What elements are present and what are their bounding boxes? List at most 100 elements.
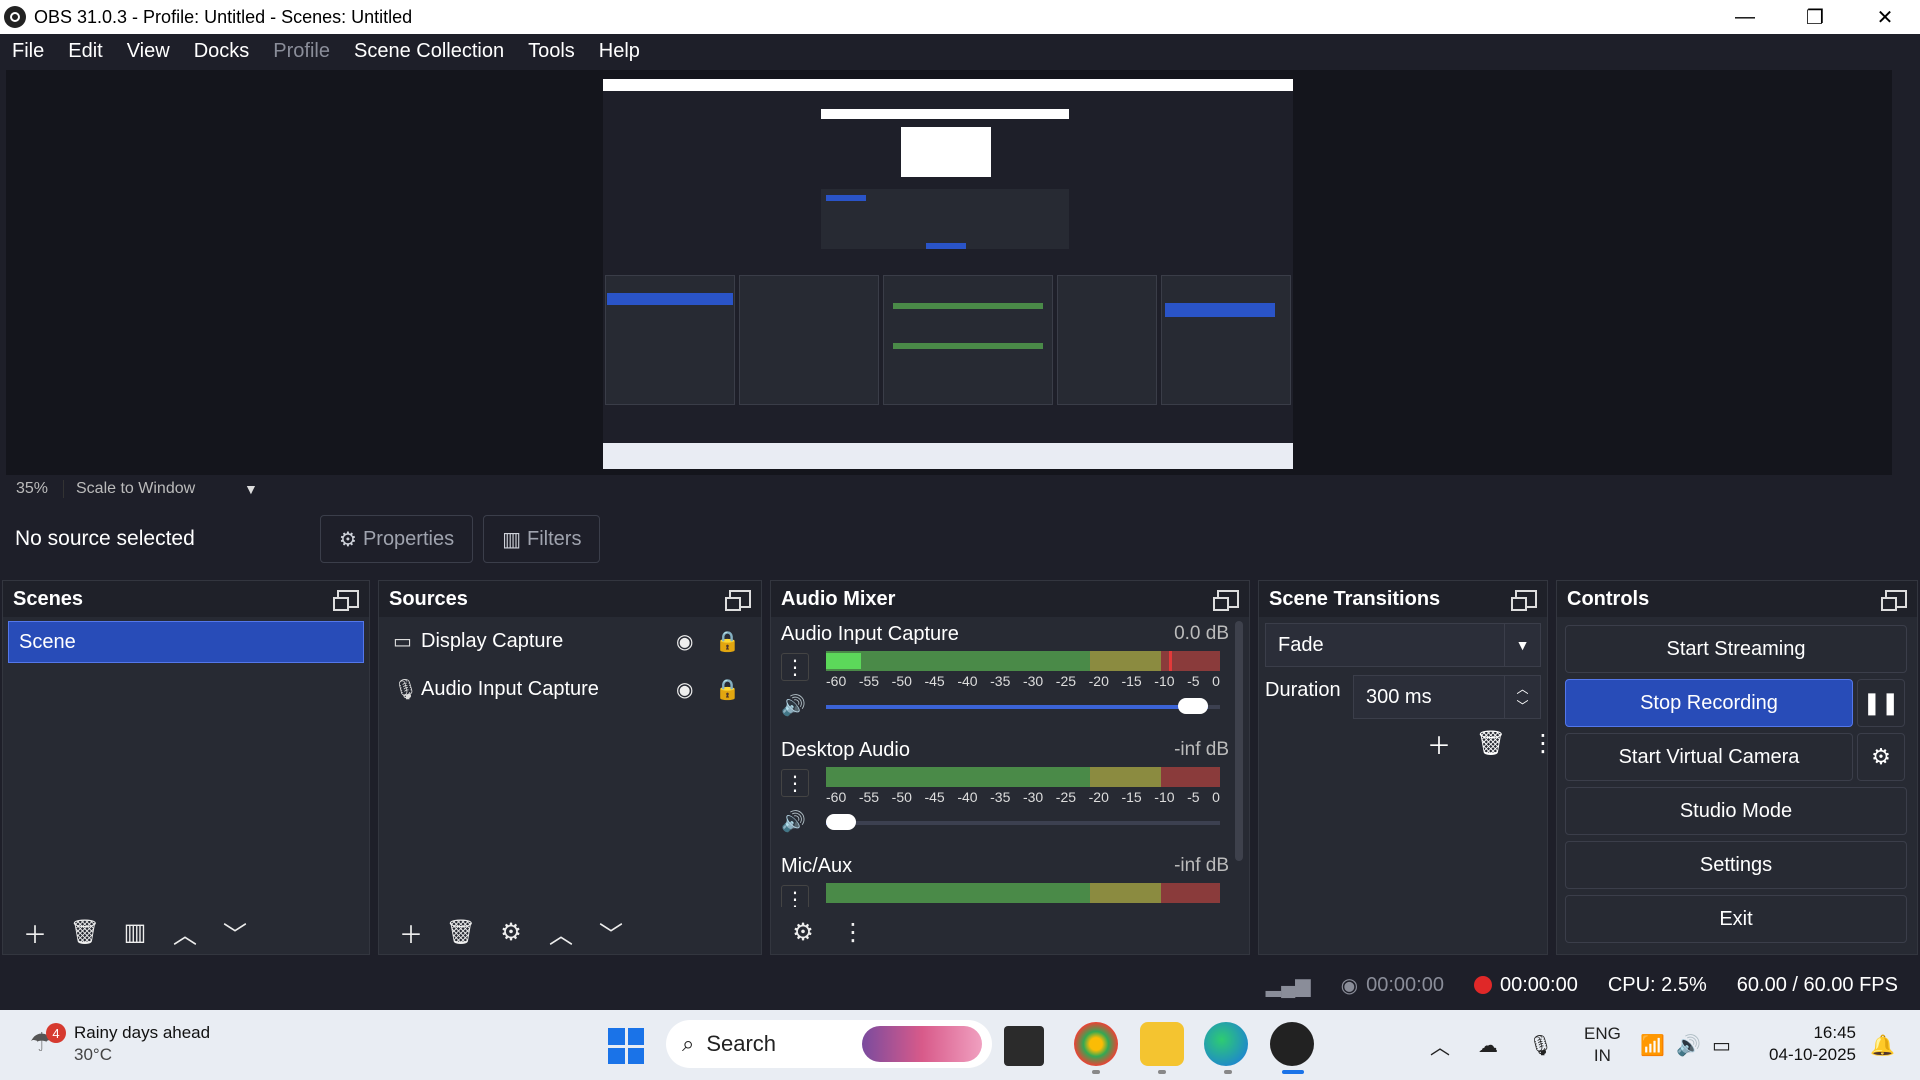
gear-icon[interactable]: ⚙ xyxy=(1857,733,1905,781)
source-item[interactable]: ▭ Display Capture ◉ 🔒 xyxy=(379,617,761,665)
start-virtual-camera-button[interactable]: Start Virtual Camera xyxy=(1565,733,1853,781)
more-options-icon[interactable]: ⋮ xyxy=(831,914,875,950)
slider-knob[interactable] xyxy=(1178,698,1209,714)
chevron-down-icon[interactable]: ▼ xyxy=(244,481,258,497)
lock-icon[interactable]: 🔒 xyxy=(715,677,740,702)
sources-dock: Sources ▭ Display Capture ◉ 🔒 🎙 Audio In… xyxy=(378,580,762,955)
menu-tools[interactable]: Tools xyxy=(516,40,587,63)
channel-menu-icon[interactable]: ⋮ xyxy=(781,769,809,797)
tick-label: -35 xyxy=(990,789,1011,805)
task-view-icon[interactable] xyxy=(1004,1026,1044,1066)
spin-arrows-icon[interactable]: ︿ ﹀ xyxy=(1504,676,1540,718)
chevron-down-icon: ▼ xyxy=(1504,624,1540,666)
menu-profile[interactable]: Profile xyxy=(261,40,342,63)
menu-scene-collection[interactable]: Scene Collection xyxy=(342,40,516,63)
move-down-icon[interactable]: ﹀ xyxy=(589,914,633,950)
filter-icon: ▥ xyxy=(502,528,521,551)
status-bar: ▂▄▆ ◉ 00:00:00 00:00:00 CPU: 2.5% 60.00 … xyxy=(0,963,1920,1007)
studio-mode-button[interactable]: Studio Mode xyxy=(1565,787,1907,835)
speaker-icon[interactable]: 🔊 xyxy=(781,693,806,718)
tick-label: -55 xyxy=(858,673,880,689)
filters-button[interactable]: ▥ Filters xyxy=(483,515,601,563)
volume-slider[interactable] xyxy=(826,814,1220,830)
edge-indicator xyxy=(1224,1070,1232,1074)
scene-list-item[interactable]: Scene xyxy=(8,621,364,663)
move-up-icon[interactable]: ︿ xyxy=(539,914,583,950)
tick-label: -60 xyxy=(826,905,846,907)
menu-edit[interactable]: Edit xyxy=(56,40,114,63)
language-indicator[interactable]: ENG IN xyxy=(1584,1010,1621,1080)
filters-label: Filters xyxy=(527,527,582,550)
eye-icon[interactable]: ◉ xyxy=(676,629,693,654)
undock-icon[interactable] xyxy=(1881,590,1907,611)
channel-menu-icon[interactable]: ⋮ xyxy=(781,653,809,681)
channel-db: 0.0 dB xyxy=(1174,623,1229,644)
add-source-icon[interactable]: ＋ xyxy=(389,914,433,950)
clock-date: 04-10-2025 xyxy=(1769,1045,1856,1064)
source-item[interactable]: 🎙 Audio Input Capture ◉ 🔒 xyxy=(379,665,761,713)
pause-icon[interactable]: ❚❚ xyxy=(1857,679,1905,727)
preview-canvas[interactable] xyxy=(6,70,1892,475)
menu-docks[interactable]: Docks xyxy=(182,40,262,63)
advanced-audio-gear-icon[interactable]: ⚙ xyxy=(781,914,825,950)
obs-taskbar-icon[interactable] xyxy=(1270,1022,1314,1066)
move-up-icon[interactable]: ︿ xyxy=(163,914,207,950)
close-button[interactable]: ✕ xyxy=(1850,0,1920,34)
trash-icon[interactable]: 🗑 xyxy=(439,914,483,950)
add-transition-icon[interactable]: ＋ xyxy=(1413,725,1465,761)
chrome-icon[interactable] xyxy=(1074,1022,1118,1066)
edge-icon[interactable] xyxy=(1204,1022,1248,1066)
scene-transitions-title: Scene Transitions xyxy=(1269,587,1441,610)
weather-temp: 30°C xyxy=(74,1045,112,1064)
menu-view[interactable]: View xyxy=(115,40,182,63)
clock[interactable]: 16:45 04-10-2025 xyxy=(1769,1022,1856,1066)
slider-knob[interactable] xyxy=(826,814,856,830)
gear-icon[interactable]: ⚙ xyxy=(489,914,533,950)
fps-readout: 60.00 / 60.00 FPS xyxy=(1736,973,1898,996)
duration-input[interactable]: 300 ms ︿ ﹀ xyxy=(1353,675,1541,719)
settings-button[interactable]: Settings xyxy=(1565,841,1907,889)
weather-widget[interactable]: ☂ 4 Rainy days ahead 30°C xyxy=(30,1022,210,1066)
stop-recording-button[interactable]: Stop Recording xyxy=(1565,679,1853,727)
menu-file[interactable]: File xyxy=(0,40,56,63)
move-down-icon[interactable]: ﹀ xyxy=(213,914,257,950)
scene-filter-icon[interactable]: ▥ xyxy=(113,914,157,950)
mixer-scrollbar[interactable] xyxy=(1235,621,1243,861)
trash-icon[interactable]: 🗑 xyxy=(63,914,107,950)
channel-menu-icon[interactable]: ⋮ xyxy=(781,885,809,907)
lang-top: ENG xyxy=(1584,1024,1621,1043)
menu-help[interactable]: Help xyxy=(587,40,652,63)
lock-icon[interactable]: 🔒 xyxy=(715,629,740,654)
undock-icon[interactable] xyxy=(1511,590,1537,611)
microphone-icon[interactable]: 🎙 xyxy=(1528,1010,1553,1080)
undock-icon[interactable] xyxy=(1213,590,1239,611)
search-highlight-image xyxy=(862,1026,982,1062)
mixer-channel: Mic/Aux-inf dB⋮-60-55-50-45-40-35-30-25-… xyxy=(771,849,1249,907)
add-scene-icon[interactable]: ＋ xyxy=(13,914,57,950)
taskbar-search[interactable]: ⌕ Search xyxy=(666,1020,992,1068)
notification-icon[interactable]: 🔔 xyxy=(1870,1010,1895,1080)
wifi-icon[interactable]: 📶 xyxy=(1640,1010,1665,1080)
volume-icon[interactable]: 🔊 xyxy=(1676,1010,1701,1080)
start-streaming-button[interactable]: Start Streaming xyxy=(1565,625,1907,673)
file-explorer-icon[interactable] xyxy=(1140,1022,1184,1066)
undock-icon[interactable] xyxy=(333,590,359,611)
undock-icon[interactable] xyxy=(725,590,751,611)
tick-label: -40 xyxy=(957,789,978,805)
weather-badge: 4 xyxy=(46,1023,66,1043)
onedrive-icon[interactable]: ☁ xyxy=(1478,1010,1498,1080)
eye-icon[interactable]: ◉ xyxy=(676,677,693,702)
volume-slider[interactable] xyxy=(826,698,1220,714)
windows-start-icon[interactable] xyxy=(608,1028,644,1064)
transition-select[interactable]: Fade ▼ xyxy=(1265,623,1541,667)
chevron-up-icon[interactable]: ︿ xyxy=(1430,1010,1450,1080)
properties-button[interactable]: ⚙ Properties xyxy=(320,515,474,563)
restore-button[interactable]: ❐ xyxy=(1780,0,1850,34)
scale-mode-select[interactable]: Scale to Window xyxy=(64,480,244,498)
minimize-button[interactable]: — xyxy=(1710,0,1780,34)
volume-meter xyxy=(826,651,1220,671)
exit-button[interactable]: Exit xyxy=(1565,895,1907,943)
trash-icon[interactable]: 🗑 xyxy=(1465,725,1517,761)
speaker-icon[interactable]: 🔊 xyxy=(781,809,806,834)
battery-icon[interactable]: ▭ xyxy=(1712,1010,1731,1080)
